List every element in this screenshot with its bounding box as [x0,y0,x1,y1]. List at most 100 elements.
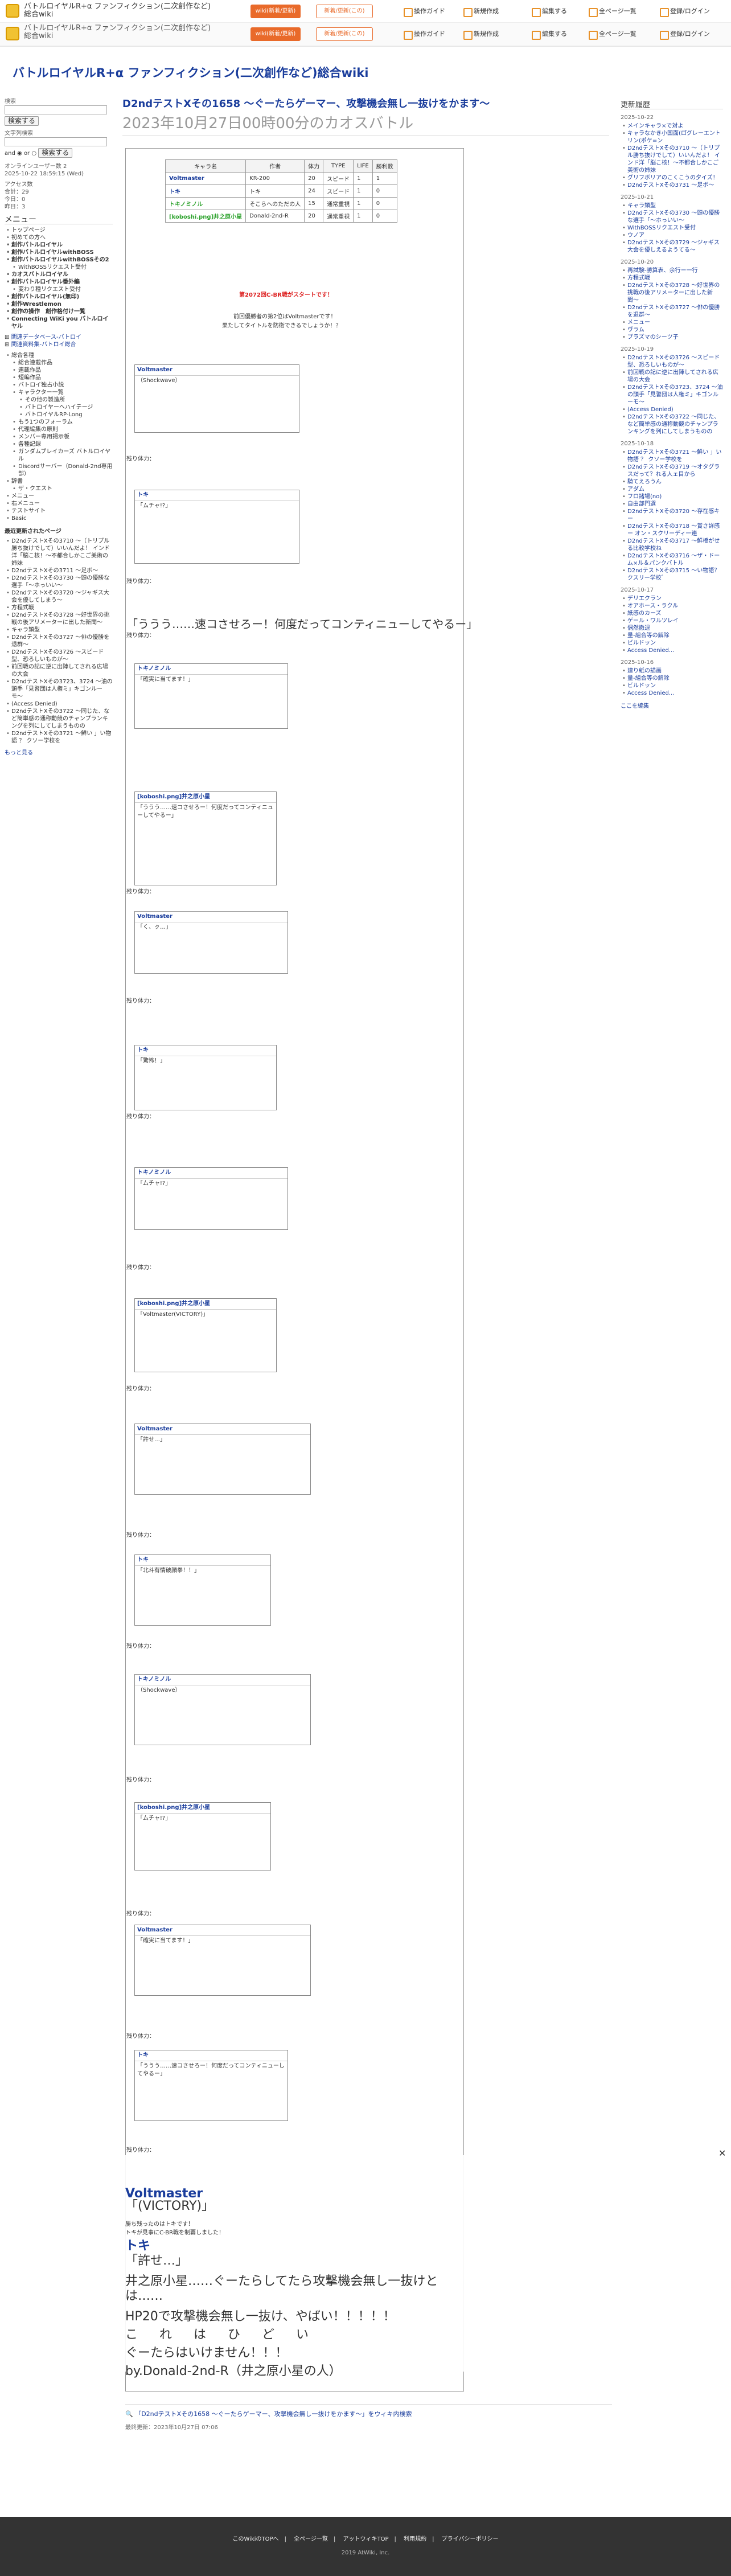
history-item[interactable]: (Access Denied) [621,406,723,413]
history-item[interactable]: デリエクラン [621,595,723,602]
nav-item[interactable]: 短編作品 [5,374,113,382]
footer-privacy-link[interactable]: プライバシーポリシー [442,2536,499,2542]
nav-item[interactable]: Basic [5,515,113,522]
close-icon[interactable]: ✕ [718,2149,728,2158]
history-item[interactable]: ウノア [621,232,723,239]
history-item[interactable]: D2ndテストXその3729 〜ジャギス大会を優しえるようてる〜 [621,239,723,254]
history-item[interactable]: ヴラム [621,326,723,334]
history-item[interactable]: アダム [621,486,723,493]
history-item[interactable]: D2ndテストXその3728 〜好世界の挑戦の後アリメーターに出した新聞〜 [621,282,723,304]
history-item[interactable]: 騎てえろうん [621,478,723,486]
history-item[interactable]: D2ndテストXその3710 〜（トリプル勝ち抜けでして）いいんだよ！ インド洋… [621,145,723,174]
history-item[interactable]: D2ndテストXその3715 〜い物語？クスリー学校ﾞ [621,567,723,582]
nav-item[interactable]: 辞書 [5,478,113,485]
history-item[interactable]: D2ndテストXその3730 〜頭の優勝な選手「〜ホっいい〜 [621,210,723,224]
site-logo[interactable] [6,4,19,18]
edit-link-2[interactable]: 編集する [529,28,567,40]
nav-item[interactable]: キャラクター一覧 [5,389,113,396]
nav-item[interactable]: 連載作品 [5,367,113,374]
history-item[interactable]: 偶然撤退 [621,625,723,632]
nav-item[interactable]: Connecting WiKi you バトルロイヤル [5,315,113,330]
create-link-2[interactable]: 新規作成 [461,28,499,40]
nav-item[interactable]: D2ndテストXその3728 〜好世界の挑戦の後アリメーターに出した新聞〜 [5,612,113,626]
guide-link-2[interactable]: 操作ガイド [401,28,445,40]
search2-button[interactable]: 検索する [38,148,73,158]
history-item[interactable]: ビルドッン [621,639,723,647]
site-name[interactable]: バトルロイヤルR+α ファンフィクション(二次創作など)総合wiki [24,3,217,19]
login-link[interactable]: 登録/ログイン [658,6,710,17]
history-item[interactable]: D2ndテストXその3723、3724 〜油の頭手「見習団は人権ミ」キゴンルーモ… [621,384,723,406]
history-item[interactable]: メインキャラ×で対よ [621,122,723,130]
nav-item[interactable]: 創作バトルロイヤルwithBOSS [5,249,113,256]
and-radio-icon[interactable]: ◉ [17,150,22,157]
history-item[interactable]: D2ndテストXその3721 〜鮮い 」い物語 ？ クソー学校を [621,449,723,463]
search2-input[interactable] [5,137,107,146]
nav-item[interactable]: 変わり種リクエスト受付 [5,286,113,293]
db-link-label-1[interactable]: 関連データベース-バトロイ [11,334,81,341]
nav-item[interactable]: D2ndテストXその3710 〜（トリプル勝ち抜けでして）いいんだよ！ インド洋… [5,538,113,567]
nav-item[interactable]: Discordサーバー（Donald-2nd専用部） [5,463,113,478]
history-item[interactable]: プラズマのシーツ子 [621,334,723,341]
history-item[interactable]: D2ndテストXその3717 〜鮮橋がせる比較学校ね [621,538,723,552]
new-wiki-button-2[interactable]: wiki(新着/更新) [250,27,301,41]
nav-item[interactable]: メニュー [5,493,113,500]
wiki-title[interactable]: バトルロイヤルR+α ファンフィクション(二次創作など)総合wiki [13,64,368,81]
history-item[interactable]: メニュー [621,319,723,326]
all-pages-link[interactable]: 全ページ一覧 [586,6,636,17]
nav-item[interactable]: 創作の操作 創作格付け一覧 [5,308,113,315]
history-item[interactable]: 前回戦の記に逆に出陣してされる広場の大会 [621,369,723,384]
history-item[interactable]: D2ndテストXその3731 〜足ボ〜 [621,182,723,189]
nav-item[interactable]: 総合連載作品 [5,359,113,367]
guide-link[interactable]: 操作ガイド [401,6,445,17]
nav-item[interactable]: テストサイト [5,507,113,515]
nav-item[interactable]: 代理編集の原則 [5,426,113,433]
nav-item[interactable]: D2ndテストXその3726 〜スピード型、恐ろしいものが〜 [5,649,113,663]
nav-item[interactable]: D2ndテストXその3720 〜ジャギス大会を優してしまう〜 [5,589,113,604]
nav-item[interactable]: (Access Denied) [5,700,113,708]
nav-item[interactable]: WithBOSSリクエスト受付 [5,264,113,271]
new-pages-button-2[interactable]: 新着/更新(この) [316,27,373,41]
wiki-search-label[interactable]: 「D2ndテストXその1658 〜ぐーたらゲーマー、攻撃機会無し一抜けをかます〜… [135,2410,412,2418]
nav-item[interactable]: 創作バトルロイヤル番外編 [5,278,113,286]
nav-item[interactable]: D2ndテストXその3723、3724 〜油の頭手「見習団は人権ミ」キゴンルーモ… [5,678,113,700]
history-item[interactable]: D2ndテストXその3716 〜ザ・ドーム×ル＆パンクバトル [621,552,723,567]
new-pages-button[interactable]: 新着/更新(この) [316,5,373,18]
history-item[interactable]: D2ndテストXその3720 〜存在感キー [621,508,723,523]
history-item[interactable]: 紙感のカーズ [621,610,723,617]
new-wiki-button[interactable]: wiki(新着/更新) [250,5,301,18]
more-link[interactable]: もっと見る [5,750,33,756]
db-link-2[interactable]: ⊞ 関連資料集-バトロイ総合 [5,341,113,348]
history-item[interactable]: 量-組合等の解除 [621,632,723,639]
nav-item[interactable]: バトロイ独占小説 [5,382,113,389]
wiki-search-link[interactable]: 🔍 「D2ndテストXその1658 〜ぐーたらゲーマー、攻撃機会無し一抜けをかま… [125,2404,612,2418]
history-item[interactable]: ゲール・ワルツレイ [621,617,723,625]
history-item[interactable]: オアホース・ラクル [621,602,723,610]
history-item[interactable]: Access Denied... [621,647,723,654]
history-item[interactable]: 自由部門選 [621,501,723,508]
history-item[interactable]: D2ndテストXその3718 〜賞さ詳感ー オン・スクリーディ一連 [621,523,723,538]
right-more-link[interactable]: ここを編集 [621,703,649,709]
nav-item[interactable]: キャラ類型 [5,626,113,634]
nav-item[interactable]: 前回戦の記に逆に出陣してされる広場の大会 [5,663,113,678]
nav-item[interactable]: D2ndテストXその3711 〜足ボ〜 [5,567,113,575]
nav-item[interactable]: D2ndテストXその3721 〜鮮い 」い物語 ？ クソー学校を [5,730,113,745]
nav-item[interactable]: もう1つのフォーラム [5,419,113,426]
nav-item[interactable]: 総合各種 [5,352,113,359]
footer-all-link[interactable]: 全ページ一覧 [294,2536,328,2542]
nav-item[interactable]: カオスバトルロイヤル [5,271,113,278]
history-item[interactable]: フロ諸場(no) [621,493,723,501]
nav-item[interactable]: 初めての方へ [5,234,113,241]
history-item[interactable]: キャラ類型 [621,202,723,210]
nav-item[interactable]: 創作Wrestlemon [5,301,113,308]
footer-atwiki-link[interactable]: アットウィキTOP [343,2536,389,2542]
db-link-label-2[interactable]: 関連資料集-バトロイ総合 [11,342,76,348]
nav-item[interactable]: その他の製造所 [5,396,113,404]
nav-item[interactable]: D2ndテストXその3727 〜俳の優勝を退群〜 [5,634,113,649]
nav-item[interactable]: 創作バトルロイヤル(無印) [5,293,113,301]
history-item[interactable]: 再試験-勝算表、余行ー一行 [621,267,723,274]
history-item[interactable]: WithBOSSリクエスト受付 [621,224,723,232]
nav-item[interactable]: 方程式戦 [5,604,113,612]
footer-top-link[interactable]: このWikiのTOPへ [233,2536,279,2542]
or-radio-icon[interactable]: ○ [31,150,36,157]
nav-item[interactable]: ガンダムブレイカーズ バトルロイヤル [5,448,113,463]
